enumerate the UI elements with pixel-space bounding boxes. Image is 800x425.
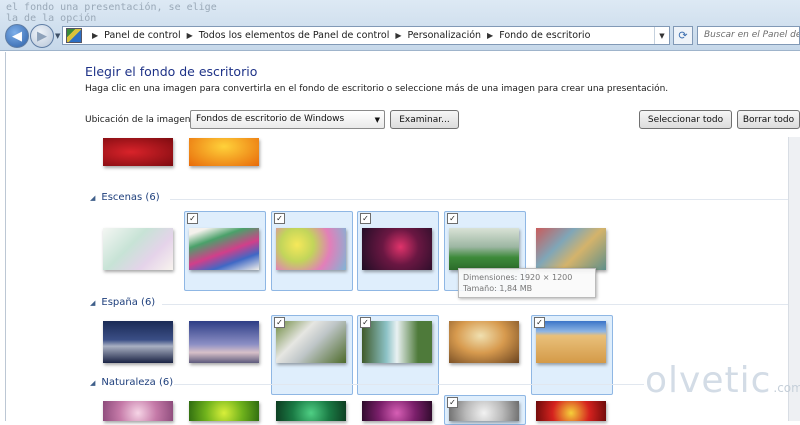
location-select-value: Fondos de escritorio de Windows: [196, 114, 345, 124]
checkbox[interactable]: ✓: [360, 317, 371, 328]
breadcrumb-separator-icon[interactable]: ▶: [187, 31, 193, 40]
group-label: Escenas (6): [101, 192, 160, 203]
wallpaper-thumbnail[interactable]: [189, 321, 259, 363]
breadcrumb-personalization[interactable]: Personalización: [408, 30, 482, 41]
wallpaper-thumbnail[interactable]: [362, 228, 432, 270]
wallpaper-thumbnail[interactable]: [189, 228, 259, 270]
group-header-scenes[interactable]: ◢ Escenas (6): [90, 192, 160, 203]
forward-arrow-icon[interactable]: ▶: [30, 24, 54, 48]
breadcrumb-separator-icon[interactable]: ▶: [92, 31, 98, 40]
collapse-arrow-icon[interactable]: ◢: [90, 194, 95, 202]
page-description: Haga clic en una imagen para convertirla…: [85, 84, 669, 94]
group-header-spain[interactable]: ◢ España (6): [90, 297, 155, 308]
window-chrome: el fondo una presentación, se elige la d…: [0, 0, 800, 51]
page-title: Elegir el fondo de escritorio: [85, 64, 258, 79]
checkbox[interactable]: ✓: [534, 317, 545, 328]
wallpaper-thumbnail[interactable]: [103, 228, 173, 270]
wallpaper-thumbnail[interactable]: [362, 401, 432, 421]
wallpaper-thumbnail[interactable]: [536, 228, 606, 270]
group-label: España (6): [101, 297, 156, 308]
watermark-logo: olvetic .com: [645, 360, 800, 401]
group-divider: [174, 384, 644, 385]
background-text: el fondo una presentación, se elige la d…: [6, 2, 217, 24]
group-divider: [162, 304, 788, 305]
checkbox[interactable]: ✓: [274, 213, 285, 224]
wallpaper-thumbnail[interactable]: [449, 401, 519, 421]
wallpaper-thumbnail[interactable]: [189, 401, 259, 421]
checkbox[interactable]: ✓: [187, 213, 198, 224]
clear-all-button[interactable]: Borrar todo: [737, 110, 800, 129]
checkbox[interactable]: ✓: [447, 397, 458, 408]
wallpaper-thumbnail[interactable]: [103, 321, 173, 363]
search-input[interactable]: Buscar en el Panel de control: [697, 26, 800, 45]
collapse-arrow-icon[interactable]: ◢: [90, 379, 95, 387]
breadcrumb-separator-icon[interactable]: ▶: [487, 31, 493, 40]
breadcrumb-desktop-background[interactable]: Fondo de escritorio: [499, 30, 590, 41]
wallpaper-thumbnail[interactable]: [449, 321, 519, 363]
address-dropdown-icon[interactable]: ▼: [654, 27, 669, 44]
wallpaper-thumbnail[interactable]: [536, 401, 606, 421]
watermark-brand: olvetic: [645, 360, 772, 401]
control-panel-icon: [66, 28, 82, 43]
history-dropdown-icon[interactable]: ▼: [55, 32, 60, 40]
back-arrow-icon[interactable]: ◀: [5, 24, 29, 48]
group-label: Naturaleza (6): [101, 377, 174, 388]
select-all-button[interactable]: Seleccionar todo: [639, 110, 732, 129]
checkbox[interactable]: ✓: [274, 317, 285, 328]
breadcrumb-all-items[interactable]: Todos los elementos de Panel de control: [199, 30, 390, 41]
chevron-down-icon: ▼: [374, 116, 380, 124]
tooltip-dimensions: Dimensiones: 1920 × 1200: [463, 273, 573, 282]
watermark-domain: .com: [773, 381, 800, 395]
wallpaper-thumbnail[interactable]: [103, 401, 173, 421]
wallpaper-thumbnail[interactable]: [536, 321, 606, 363]
wallpaper-thumbnail[interactable]: [362, 321, 432, 363]
wallpaper-thumbnail[interactable]: [276, 228, 346, 270]
checkbox[interactable]: ✓: [447, 213, 458, 224]
group-header-nature[interactable]: ◢ Naturaleza (6): [90, 377, 173, 388]
wallpaper-thumbnail[interactable]: [276, 321, 346, 363]
location-label: Ubicación de la imagen:: [85, 115, 194, 125]
location-select[interactable]: Fondos de escritorio de Windows ▼: [190, 110, 385, 129]
breadcrumb-separator-icon[interactable]: ▶: [395, 31, 401, 40]
checkbox[interactable]: ✓: [360, 213, 371, 224]
address-bar[interactable]: ▶ Panel de control ▶ Todos los elementos…: [62, 26, 670, 45]
window-border: [5, 52, 6, 421]
tooltip-size: Tamaño: 1,84 MB: [463, 284, 533, 293]
wallpaper-thumbnail[interactable]: [449, 228, 519, 270]
image-tooltip: Dimensiones: 1920 × 1200 Tamaño: 1,84 MB: [458, 268, 596, 298]
wallpaper-thumbnail[interactable]: [189, 138, 259, 166]
refresh-icon[interactable]: ⟳: [673, 26, 693, 45]
wallpaper-thumbnail[interactable]: [103, 138, 173, 166]
breadcrumb-control-panel[interactable]: Panel de control: [104, 30, 180, 41]
wallpaper-thumbnail[interactable]: [276, 401, 346, 421]
collapse-arrow-icon[interactable]: ◢: [90, 299, 95, 307]
group-divider: [170, 199, 788, 200]
browse-button[interactable]: Examinar...: [390, 110, 459, 129]
